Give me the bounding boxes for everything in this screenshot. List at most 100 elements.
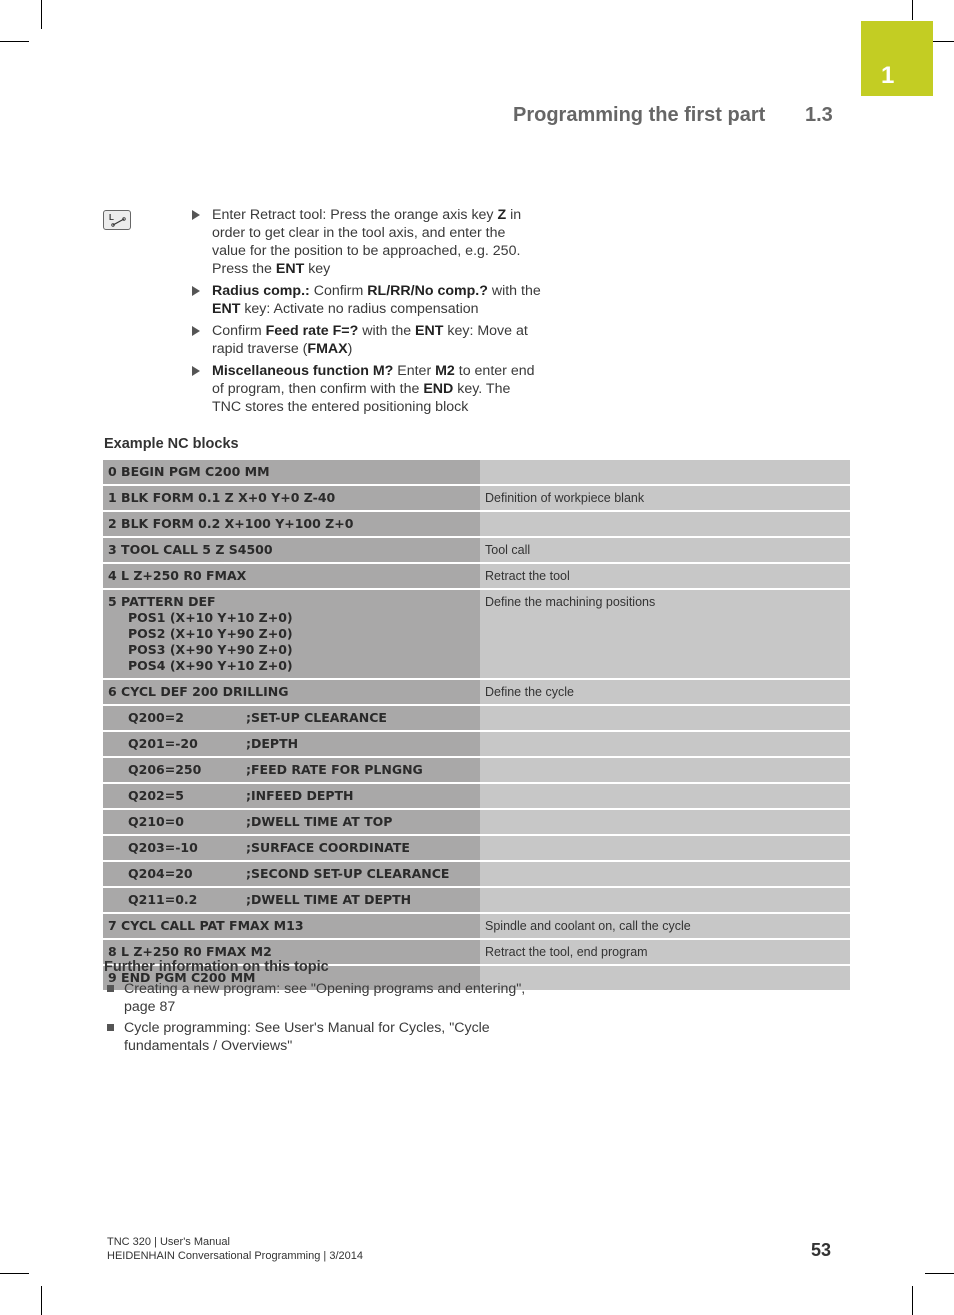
footer-line-2: HEIDENHAIN Conversational Programming | … <box>107 1250 363 1262</box>
further-info-item: Creating a new program: see "Opening pro… <box>104 980 544 1016</box>
nc-description-cell <box>476 706 850 730</box>
square-bullet-icon <box>107 1024 114 1031</box>
crop-mark <box>912 0 913 20</box>
nc-code-cell: 0 BEGIN PGM C200 MM <box>103 460 476 484</box>
nc-code-cell: Q204=20 ;SECOND SET-UP CLEARANCE <box>103 862 476 886</box>
nc-code-subline: POS4 (X+90 Y+10 Z+0) <box>128 658 293 673</box>
nc-description-cell <box>476 758 850 782</box>
instruction-step: Enter Retract tool: Press the orange axi… <box>191 206 541 278</box>
nc-block-row: 1 BLK FORM 0.1 Z X+0 Y+0 Z-40 Definition … <box>103 486 850 510</box>
nc-description-cell <box>476 862 850 886</box>
nc-block-row: Q204=20 ;SECOND SET-UP CLEARANCE <box>103 862 850 886</box>
step-text: ) <box>347 341 353 357</box>
step-keyword: ENT <box>275 261 305 277</box>
nc-param-comment: ;DEPTH <box>246 736 299 751</box>
step-text: with the <box>487 283 541 299</box>
nc-code-cell: 2 BLK FORM 0.2 X+100 Y+100 Z+0 <box>103 512 476 536</box>
page-footer: TNC 320 | User's Manual HEIDENHAIN Conve… <box>107 1235 363 1263</box>
crop-mark <box>925 1273 954 1274</box>
nc-code-cell: 3 TOOL CALL 5 Z S4500 <box>103 538 476 562</box>
nc-code-line: 5 PATTERN DEF <box>108 594 216 609</box>
nc-block-row: 2 BLK FORM 0.2 X+100 Y+100 Z+0 <box>103 512 850 536</box>
triangle-bullet-icon <box>192 366 200 376</box>
nc-param-line: Q211=0.2 ;DWELL TIME AT DEPTH <box>108 892 472 908</box>
step-text: Confirm <box>309 283 368 299</box>
step-text: Confirm <box>212 323 266 339</box>
instruction-step: Miscellaneous function M? Enter M2 to en… <box>191 362 541 416</box>
crop-mark <box>41 1286 42 1315</box>
nc-code-cell: Q200=2 ;SET-UP CLEARANCE <box>103 706 476 730</box>
nc-param-value: Q210=0 <box>128 814 184 829</box>
instruction-steps: Enter Retract tool: Press the orange axi… <box>191 206 541 420</box>
triangle-bullet-icon <box>192 286 200 296</box>
nc-block-row: 0 BEGIN PGM C200 MM <box>103 460 850 484</box>
nc-param-comment: ;INFEED DEPTH <box>246 788 354 803</box>
nc-code-cell: Q206=250 ;FEED RATE FOR PLNGNG <box>103 758 476 782</box>
step-text: with the <box>358 323 416 339</box>
crop-mark <box>933 41 954 42</box>
nc-param-comment: ;DWELL TIME AT DEPTH <box>246 892 412 907</box>
crop-mark <box>0 41 29 42</box>
l-line-key-icon: L <box>103 210 131 230</box>
nc-block-row: Q203=-10 ;SURFACE COORDINATE <box>103 836 850 860</box>
nc-param-value: Q202=5 <box>128 788 184 803</box>
further-info-list: Creating a new program: see "Opening pro… <box>104 980 544 1058</box>
nc-description-cell <box>476 810 850 834</box>
nc-param-comment: ;SET-UP CLEARANCE <box>246 710 387 725</box>
step-text: Enter <box>393 363 436 379</box>
nc-param-line: Q200=2 ;SET-UP CLEARANCE <box>108 710 472 726</box>
nc-description-cell <box>476 888 850 912</box>
nc-description-cell <box>476 732 850 756</box>
nc-block-row: Q211=0.2 ;DWELL TIME AT DEPTH <box>103 888 850 912</box>
nc-param-line: Q201=-20 ;DEPTH <box>108 736 472 752</box>
nc-code-subline: POS2 (X+10 Y+90 Z+0) <box>128 626 293 641</box>
nc-param-line: Q206=250 ;FEED RATE FOR PLNGNG <box>108 762 472 778</box>
nc-description-cell: Define the machining positions <box>476 590 850 678</box>
nc-description-cell: Definition of workpiece blank <box>476 486 850 510</box>
step-keyword: RL/RR/No comp.? <box>367 283 488 299</box>
nc-code-cell: Q211=0.2 ;DWELL TIME AT DEPTH <box>103 888 476 912</box>
nc-block-row: 7 CYCL CALL PAT FMAX M13 Spindle and cool… <box>103 914 850 938</box>
nc-param-value: Q201=-20 <box>128 736 198 751</box>
triangle-bullet-icon <box>192 210 200 220</box>
page-number: 53 <box>811 1240 832 1260</box>
nc-block-row: 4 L Z+250 R0 FMAX Retract the tool <box>103 564 850 588</box>
nc-block-row: 5 PATTERN DEF POS1 (X+10 Y+10 Z+0) POS2 (X… <box>103 590 850 678</box>
nc-description-cell <box>476 512 850 536</box>
nc-code-cell: 7 CYCL CALL PAT FMAX M13 <box>103 914 476 938</box>
nc-param-line: Q210=0 ;DWELL TIME AT TOP <box>108 814 472 830</box>
step-keyword: Radius comp.: <box>212 283 310 299</box>
nc-param-line: Q204=20 ;SECOND SET-UP CLEARANCE <box>108 866 472 882</box>
nc-param-value: Q204=20 <box>128 866 193 881</box>
nc-blocks-table: 0 BEGIN PGM C200 MM 1 BLK FORM 0.1 Z X+0 … <box>103 458 850 992</box>
example-heading: Example NC blocks <box>104 436 239 452</box>
step-keyword: END <box>423 381 454 397</box>
nc-param-value: Q211=0.2 <box>128 892 198 907</box>
nc-description-cell: Tool call <box>476 538 850 562</box>
chapter-number: 1 <box>881 62 895 89</box>
further-info-item: Cycle programming: See User's Manual for… <box>104 1019 544 1055</box>
nc-code-subline: POS1 (X+10 Y+10 Z+0) <box>128 610 293 625</box>
instruction-step: Radius comp.: Confirm RL/RR/No comp.? wi… <box>191 282 541 318</box>
nc-description-cell <box>476 836 850 860</box>
nc-block-row: 6 CYCL DEF 200 DRILLING Define the cycle <box>103 680 850 704</box>
nc-description-cell <box>476 460 850 484</box>
nc-param-comment: ;DWELL TIME AT TOP <box>246 814 393 829</box>
step-keyword: Z <box>497 207 507 223</box>
chapter-tab: 1 <box>861 21 933 96</box>
step-text: key: Activate no radius compensation <box>240 301 479 317</box>
nc-block-row: Q200=2 ;SET-UP CLEARANCE <box>103 706 850 730</box>
nc-code-cell: Q202=5 ;INFEED DEPTH <box>103 784 476 808</box>
nc-description-cell: Retract the tool <box>476 564 850 588</box>
step-keyword: FMAX <box>307 341 348 357</box>
nc-block-row: Q206=250 ;FEED RATE FOR PLNGNG <box>103 758 850 782</box>
nc-block-row: 3 TOOL CALL 5 Z S4500 Tool call <box>103 538 850 562</box>
step-keyword: Feed rate F=? <box>265 323 359 339</box>
footer-line-1: TNC 320 | User's Manual <box>107 1236 230 1248</box>
nc-description-cell: Define the cycle <box>476 680 850 704</box>
nc-description-cell: Retract the tool, end program <box>476 940 850 964</box>
nc-param-line: Q203=-10 ;SURFACE COORDINATE <box>108 840 472 856</box>
step-text: Enter Retract tool: Press the orange axi… <box>212 207 498 223</box>
svg-text:L: L <box>109 213 114 222</box>
nc-param-comment: ;SURFACE COORDINATE <box>246 840 410 855</box>
